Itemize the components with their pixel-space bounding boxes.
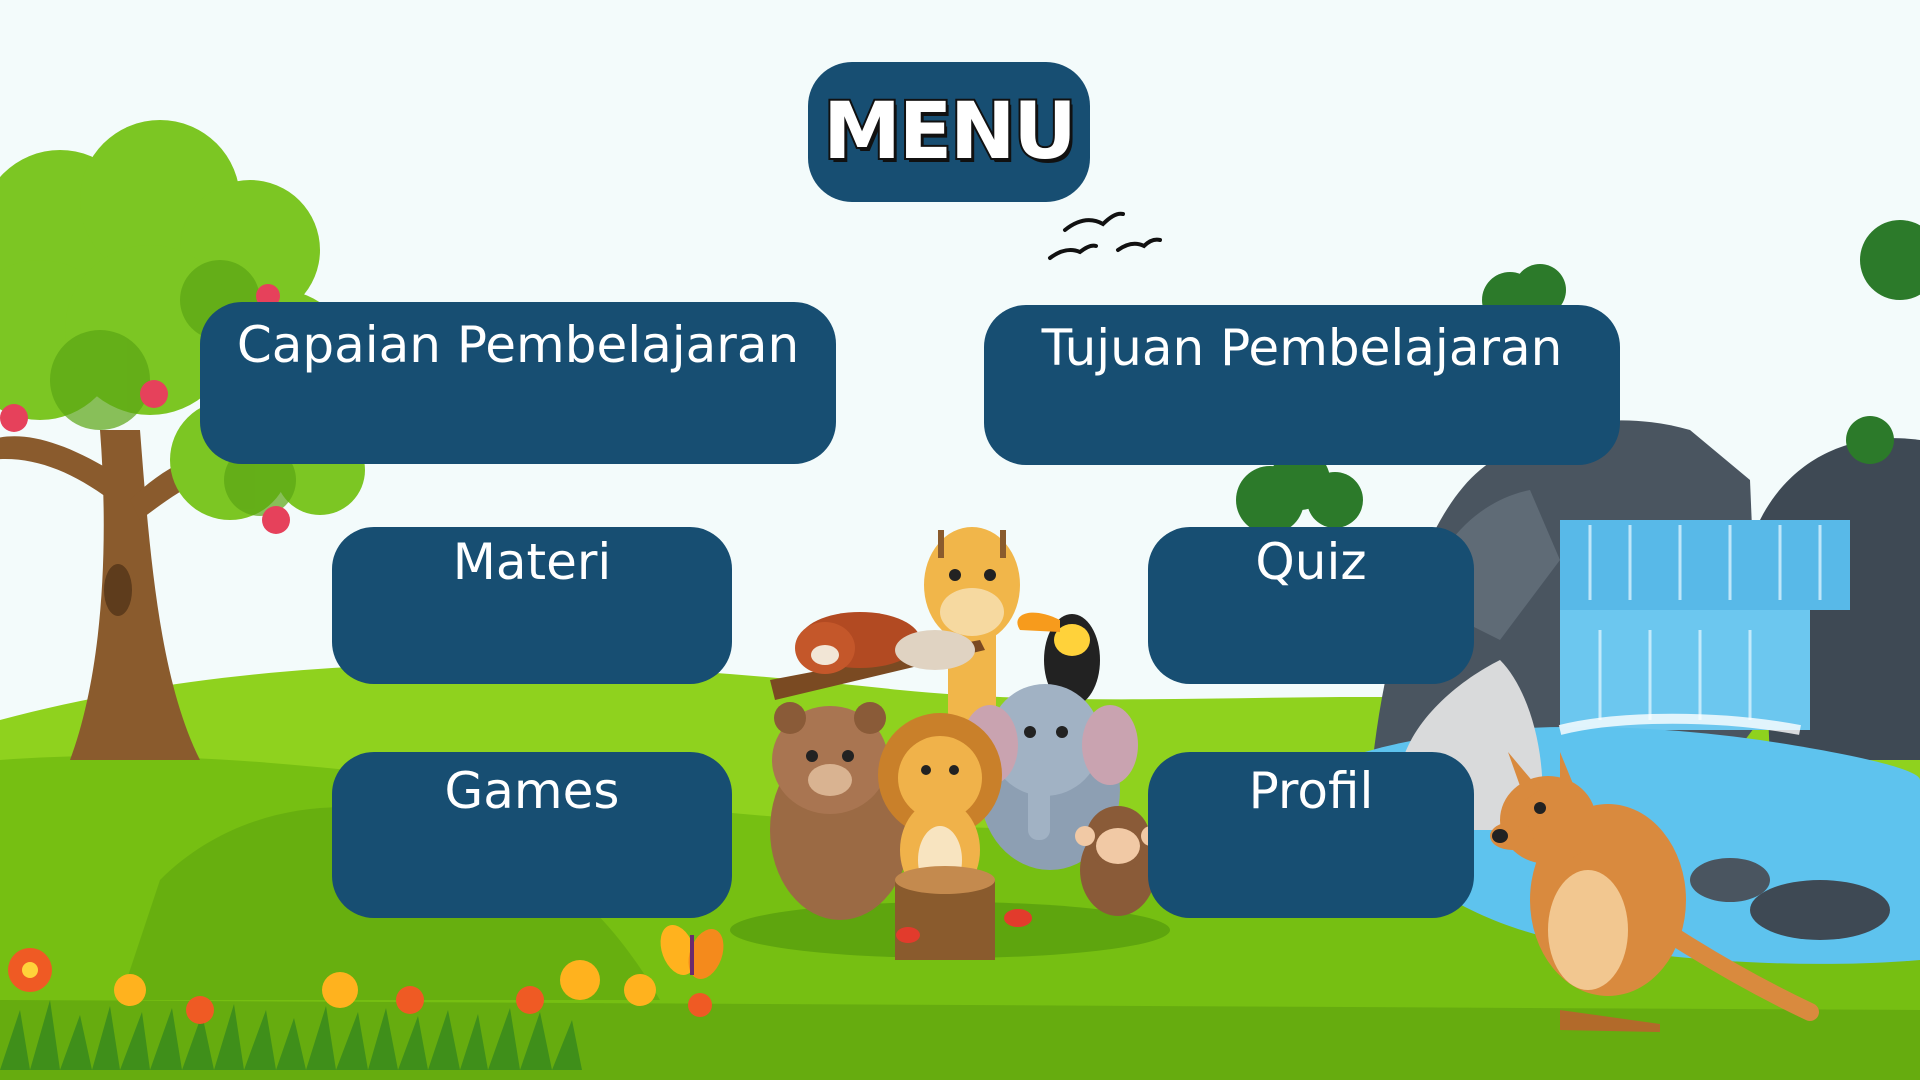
tree-branch <box>0 436 110 500</box>
tujuan-pembelajaran-label: Tujuan Pembelajaran <box>1041 319 1563 377</box>
games-button[interactable]: Games <box>332 752 732 918</box>
waterfall-mid <box>1560 610 1810 730</box>
capaian-pembelajaran-label: Capaian Pembelajaran <box>236 316 800 374</box>
rock-in-water <box>1750 880 1890 940</box>
animal-group <box>730 527 1170 960</box>
quiz-label: Quiz <box>1255 533 1367 591</box>
profil-label: Profil <box>1248 762 1374 820</box>
menu-title-banner: MENU <box>808 62 1090 202</box>
tree-knot <box>104 564 132 616</box>
waterfall-top <box>1560 520 1850 610</box>
materi-button[interactable]: Materi <box>332 527 732 684</box>
menu-screen: MENU Capaian Pembelajaran Tujuan Pembela… <box>0 0 1920 1080</box>
birds <box>1048 211 1162 260</box>
menu-title: MENU <box>821 85 1079 179</box>
capaian-pembelajaran-button[interactable]: Capaian Pembelajaran <box>200 302 836 464</box>
rock-in-water-small <box>1690 858 1770 902</box>
quiz-button[interactable]: Quiz <box>1148 527 1474 684</box>
profil-button[interactable]: Profil <box>1148 752 1474 918</box>
games-label: Games <box>444 762 620 820</box>
materi-label: Materi <box>452 533 612 591</box>
tree-stump <box>895 866 995 960</box>
tujuan-pembelajaran-button[interactable]: Tujuan Pembelajaran <box>984 305 1620 465</box>
